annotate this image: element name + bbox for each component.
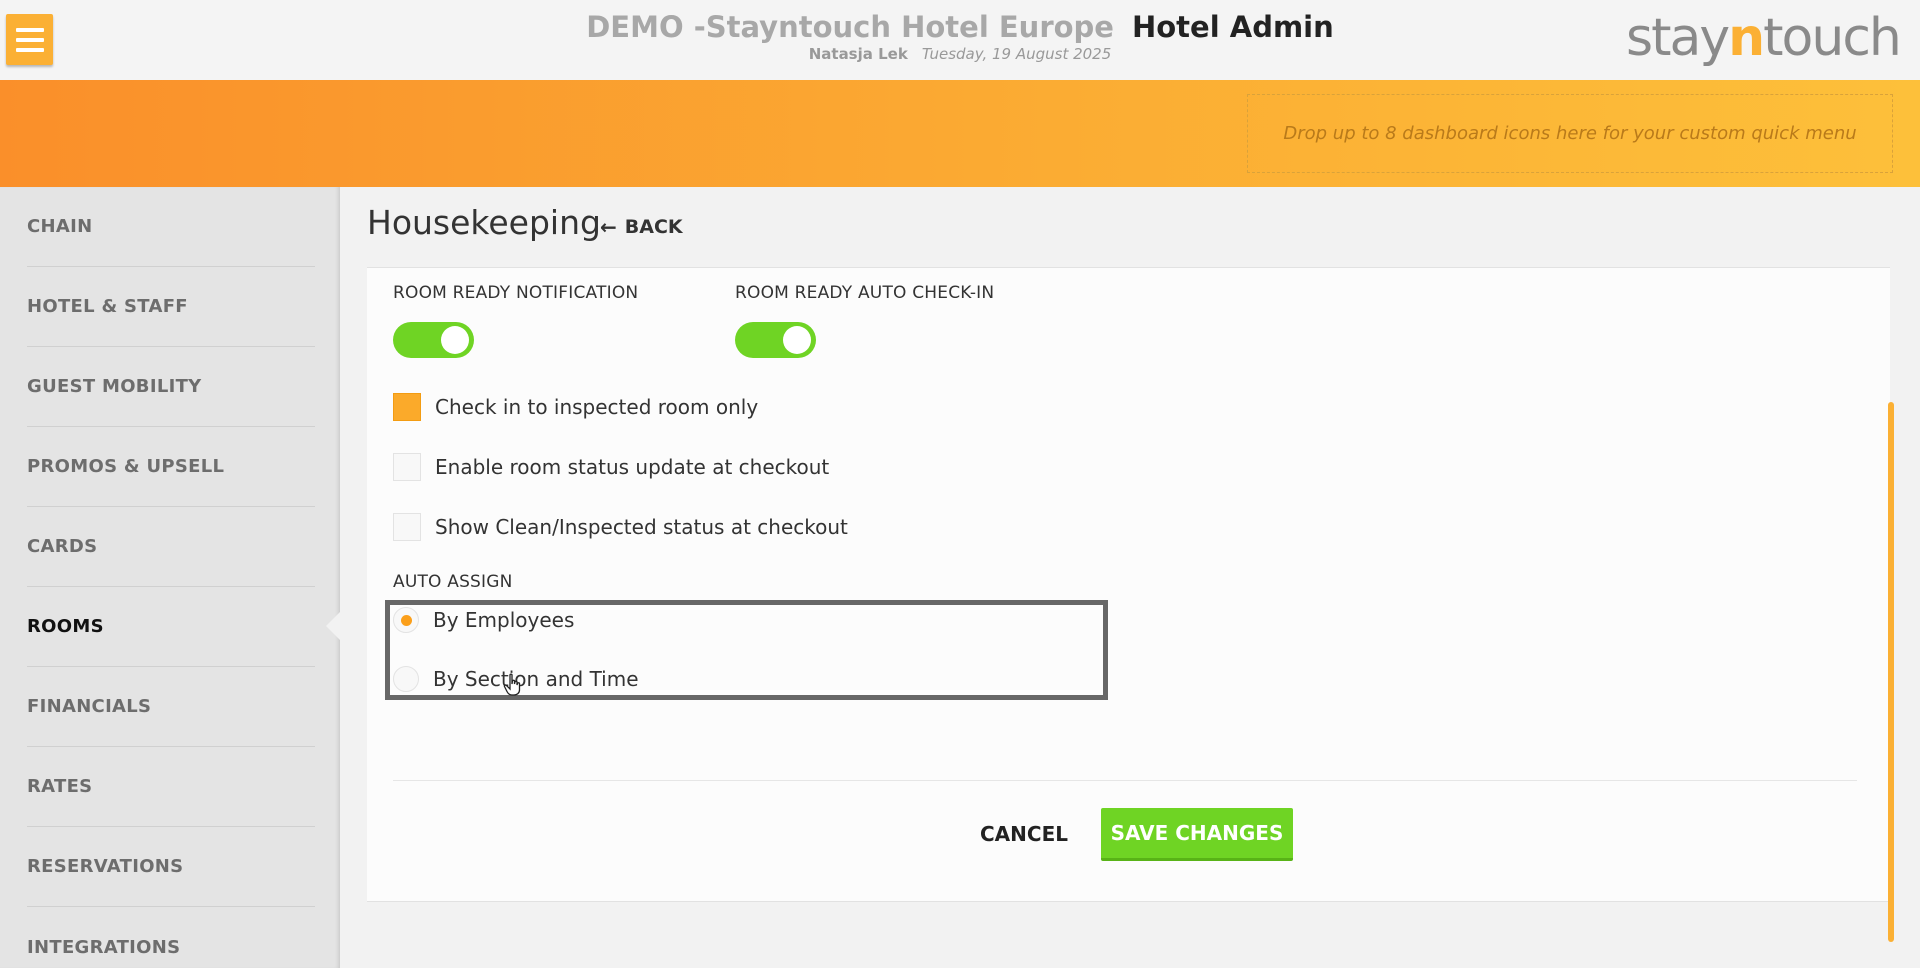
sidebar-item-rooms[interactable]: ROOMS [27, 587, 315, 667]
room-ready-notification-label: ROOM READY NOTIFICATION [393, 283, 639, 303]
back-label: BACK [624, 216, 683, 238]
back-button[interactable]: ← BACK [600, 215, 683, 239]
quick-menu-dropzone[interactable]: Drop up to 8 dashboard icons here for yo… [1247, 94, 1893, 173]
by-section-time-radio[interactable] [393, 666, 419, 692]
toggle-knob [783, 326, 811, 354]
checkbox-row-inspected-only[interactable]: Check in to inspected room only [393, 393, 758, 421]
user-name: Natasja Lek [808, 45, 908, 63]
settings-panel [367, 267, 1890, 902]
checkbox-label: Show Clean/Inspected status at checkout [435, 515, 848, 539]
current-date: Tuesday, 19 August 2025 [921, 45, 1112, 63]
room-ready-notification-toggle[interactable] [393, 322, 474, 358]
status-update-checkbox[interactable] [393, 453, 421, 481]
checkbox-row-show-status[interactable]: Show Clean/Inspected status at checkout [393, 513, 848, 541]
app-name: Hotel Admin [1131, 10, 1334, 44]
sidebar-item-promos-upsell[interactable]: PROMOS & UPSELL [27, 427, 315, 507]
checkbox-row-status-update[interactable]: Enable room status update at checkout [393, 453, 829, 481]
arrow-left-icon: ← [600, 215, 617, 239]
room-ready-auto-checkin-toggle[interactable] [735, 322, 816, 358]
stayntouch-logo: stayntouch [1626, 8, 1902, 68]
by-employees-radio[interactable] [393, 607, 419, 633]
checkbox-label: Enable room status update at checkout [435, 455, 830, 479]
sidebar-item-guest-mobility[interactable]: GUEST MOBILITY [27, 347, 315, 427]
hotel-name: DEMO -Stayntouch Hotel Europe [586, 10, 1114, 44]
sidebar-item-hotel-staff[interactable]: HOTEL & STAFF [27, 267, 315, 347]
scrollbar[interactable] [1888, 402, 1894, 942]
auto-assign-label: AUTO ASSIGN [393, 572, 513, 592]
sidebar-item-chain[interactable]: CHAIN [27, 187, 315, 267]
sidebar: CHAIN HOTEL & STAFF GUEST MOBILITY PROMO… [0, 187, 340, 968]
radio-label: By Employees [433, 608, 575, 632]
sidebar-item-reservations[interactable]: RESERVATIONS [27, 827, 315, 907]
show-status-checkbox[interactable] [393, 513, 421, 541]
dropzone-text: Drop up to 8 dashboard icons here for yo… [1283, 123, 1857, 144]
sidebar-item-integrations[interactable]: INTEGRATIONS [27, 907, 315, 968]
checkbox-label: Check in to inspected room only [435, 395, 759, 419]
room-ready-auto-checkin-label: ROOM READY AUTO CHECK-IN [735, 283, 995, 303]
sidebar-item-rates[interactable]: RATES [27, 747, 315, 827]
sidebar-item-cards[interactable]: CARDS [27, 507, 315, 587]
toggle-knob [441, 326, 469, 354]
sidebar-item-financials[interactable]: FINANCIALS [27, 667, 315, 747]
hand-cursor-icon [503, 673, 521, 696]
cancel-button[interactable]: CANCEL [968, 808, 1080, 860]
active-item-pointer [326, 612, 340, 640]
page-title: Housekeeping [367, 203, 601, 242]
save-changes-button[interactable]: SAVE CHANGES [1101, 808, 1293, 861]
radio-row-by-employees[interactable]: By Employees [393, 607, 574, 633]
panel-divider [393, 780, 1857, 781]
top-header: DEMO -Stayntouch Hotel Europe Hotel Admin… [0, 0, 1920, 80]
inspected-only-checkbox[interactable] [393, 393, 421, 421]
radio-label: By Section and Time [433, 667, 639, 691]
radio-selected-dot [400, 614, 412, 626]
